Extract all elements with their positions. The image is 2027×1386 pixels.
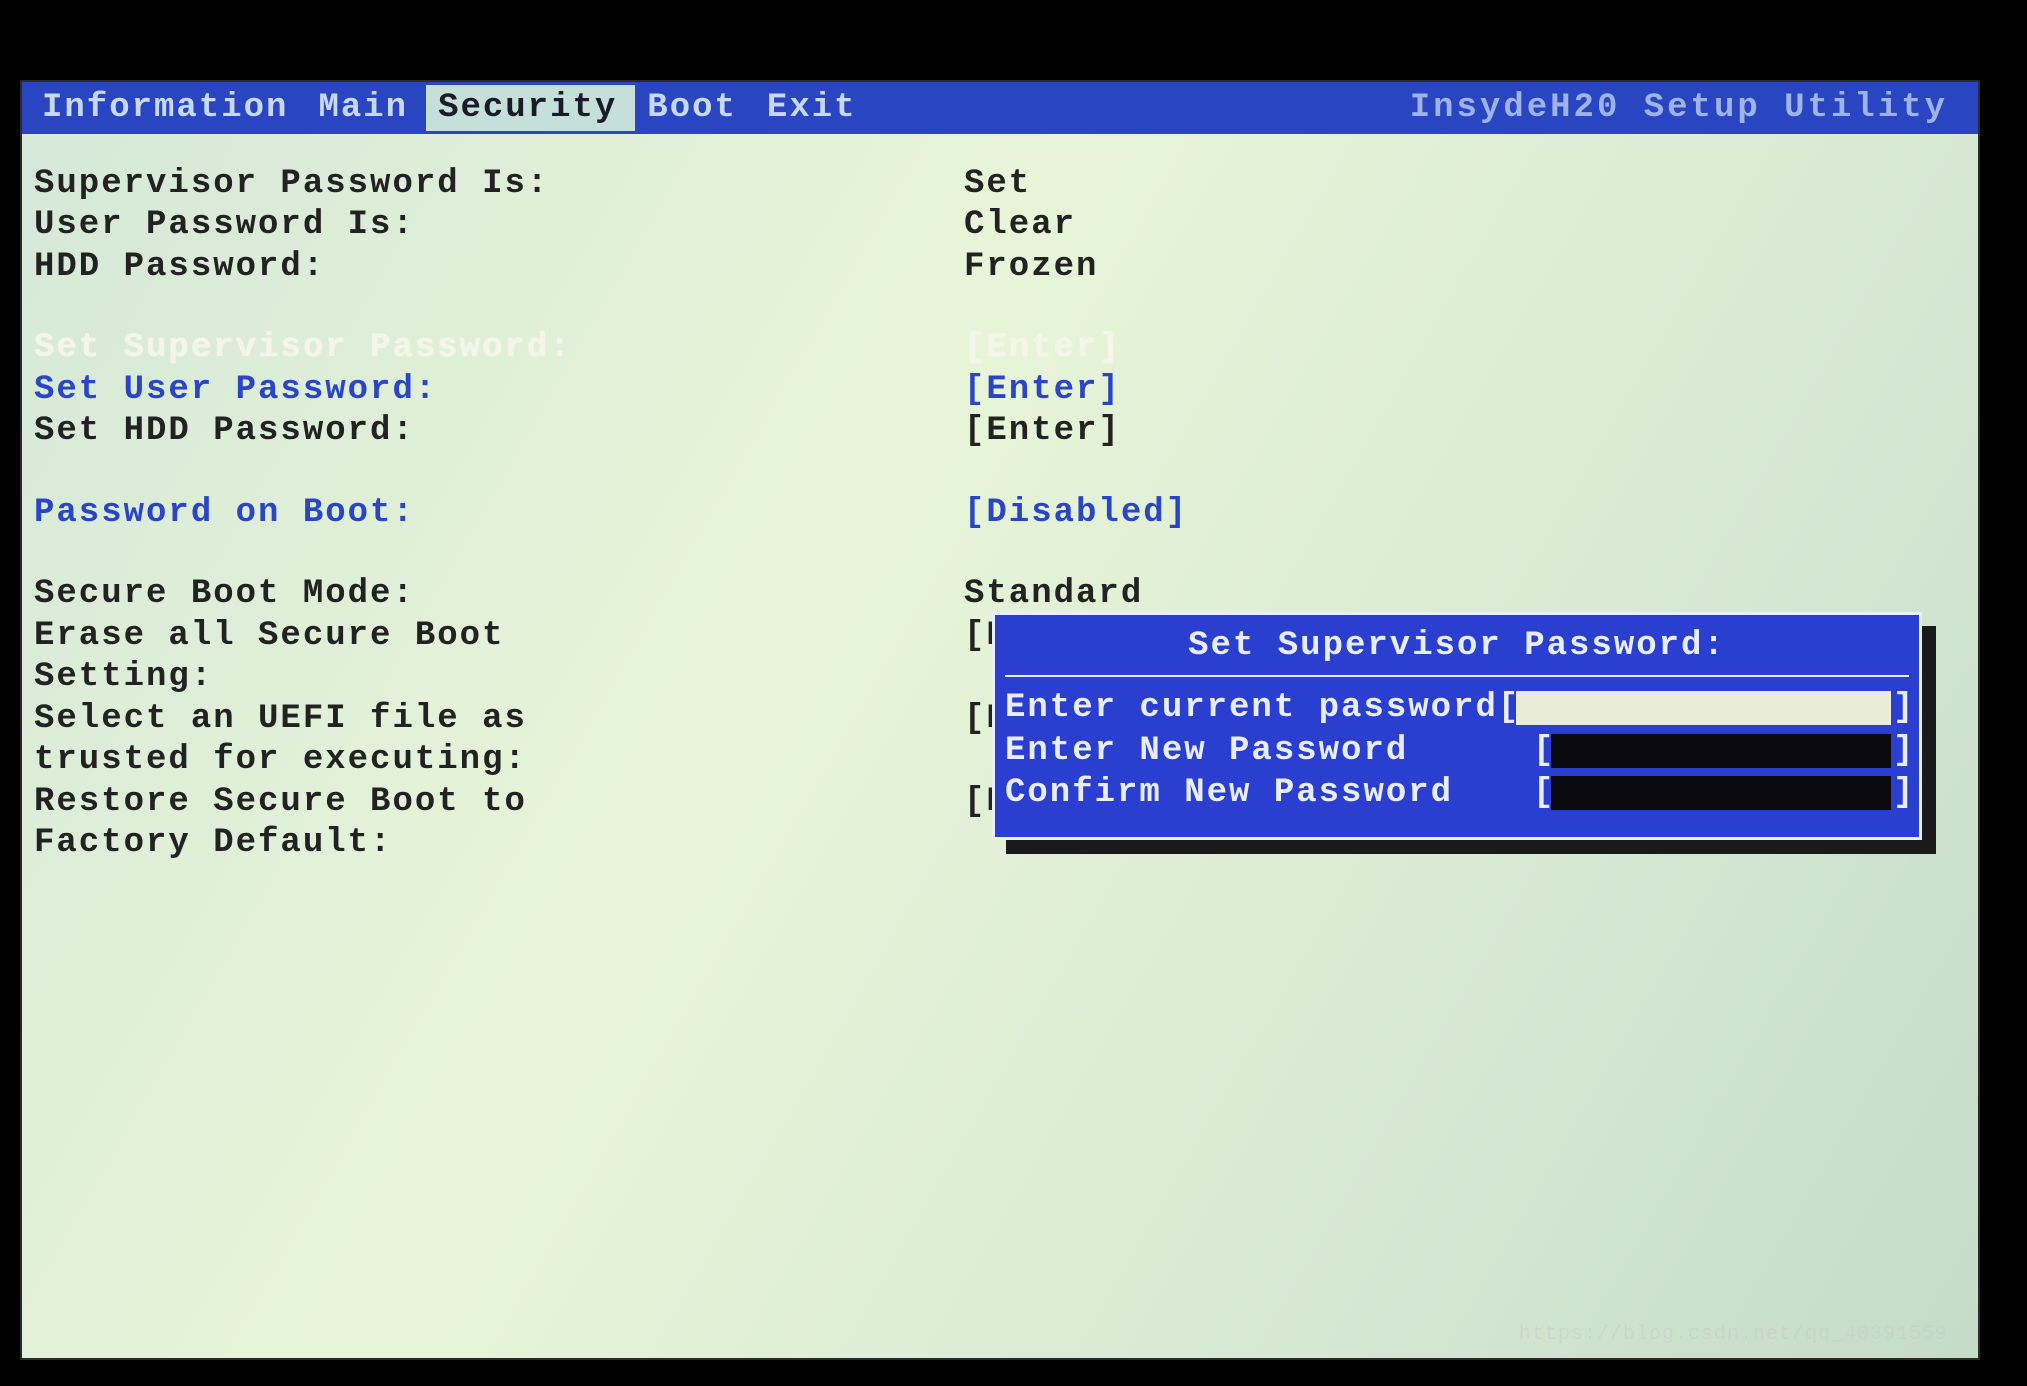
value-set-user-pw: [Enter]	[964, 370, 1121, 411]
label-enter-new-password: Enter New Password	[1005, 730, 1408, 773]
label-erase-secure-boot-l1: Erase all Secure Boot	[34, 616, 964, 657]
row-password-on-boot[interactable]: Password on Boot: [Disabled]	[34, 493, 1966, 534]
tab-security[interactable]: Security	[426, 85, 635, 131]
input-confirm-password[interactable]	[1551, 776, 1891, 810]
tab-boot[interactable]: Boot	[635, 85, 755, 131]
value-set-hdd-pw: [Enter]	[964, 411, 1121, 452]
bracket-left-icon: [	[1533, 772, 1549, 815]
tab-main[interactable]: Main	[306, 85, 426, 131]
dialog-row-current: Enter current password [ ]	[1005, 687, 1909, 730]
value-hdd-pw: Frozen	[964, 247, 1098, 288]
row-set-user-pw[interactable]: Set User Password: [Enter]	[34, 370, 1966, 411]
row-user-pw-status: User Password Is: Clear	[34, 205, 1966, 246]
label-select-uefi-l2: trusted for executing:	[34, 740, 964, 781]
label-enter-current-password: Enter current password	[1005, 687, 1498, 730]
bracket-right-icon: ]	[1893, 687, 1909, 730]
label-restore-secure-boot-l2: Factory Default:	[34, 823, 964, 864]
label-set-supervisor-pw: Set Supervisor Password:	[34, 328, 964, 369]
label-restore-secure-boot-l1: Restore Secure Boot to	[34, 782, 964, 823]
spacer	[34, 288, 1966, 328]
tab-information[interactable]: Information	[30, 85, 306, 131]
value-secure-boot-mode: Standard	[964, 574, 1143, 615]
label-hdd-pw: HDD Password:	[34, 247, 964, 288]
set-supervisor-password-dialog: Set Supervisor Password: Enter current p…	[992, 612, 1922, 840]
spacer	[34, 534, 1966, 574]
spacer	[34, 453, 1966, 493]
bracket-left-icon: [	[1498, 687, 1514, 730]
label-set-hdd-pw: Set HDD Password:	[34, 411, 964, 452]
bracket-right-icon: ]	[1893, 730, 1909, 773]
value-user-pw-is: Clear	[964, 205, 1076, 246]
watermark-text: https://blog.csdn.net/qq_40391559	[1519, 1323, 1948, 1346]
label-secure-boot-mode: Secure Boot Mode:	[34, 574, 964, 615]
label-user-pw-is: User Password Is:	[34, 205, 964, 246]
value-set-supervisor-pw: [Enter]	[964, 328, 1121, 369]
label-supervisor-pw-is: Supervisor Password Is:	[34, 164, 964, 205]
value-password-on-boot: [Disabled]	[964, 493, 1188, 534]
value-supervisor-pw-is: Set	[964, 164, 1031, 205]
input-current-password[interactable]	[1516, 691, 1891, 725]
bracket-left-icon: [	[1533, 730, 1549, 773]
tab-exit[interactable]: Exit	[755, 85, 875, 131]
row-secure-boot-mode[interactable]: Secure Boot Mode: Standard	[34, 574, 1966, 615]
row-supervisor-pw-status: Supervisor Password Is: Set	[34, 164, 1966, 205]
row-hdd-pw-status: HDD Password: Frozen	[34, 247, 1966, 288]
label-set-user-pw: Set User Password:	[34, 370, 964, 411]
label-password-on-boot: Password on Boot:	[34, 493, 964, 534]
row-set-supervisor-pw[interactable]: Set Supervisor Password: [Enter]	[34, 328, 1966, 369]
dialog-title: Set Supervisor Password:	[1005, 621, 1909, 677]
bios-screen: Information Main Security Boot Exit Insy…	[20, 80, 1980, 1360]
bracket-right-icon: ]	[1893, 772, 1909, 815]
dialog-row-new: Enter New Password [ ]	[1005, 730, 1909, 773]
input-new-password[interactable]	[1551, 734, 1891, 768]
brand-title: InsydeH20 Setup Utility	[1410, 89, 1978, 127]
label-select-uefi-l1: Select an UEFI file as	[34, 699, 964, 740]
label-confirm-new-password: Confirm New Password	[1005, 772, 1453, 815]
label-erase-secure-boot-l2: Setting:	[34, 657, 964, 698]
menu-bar: Information Main Security Boot Exit Insy…	[22, 82, 1978, 134]
dialog-row-confirm: Confirm New Password [ ]	[1005, 772, 1909, 815]
row-set-hdd-pw[interactable]: Set HDD Password: [Enter]	[34, 411, 1966, 452]
